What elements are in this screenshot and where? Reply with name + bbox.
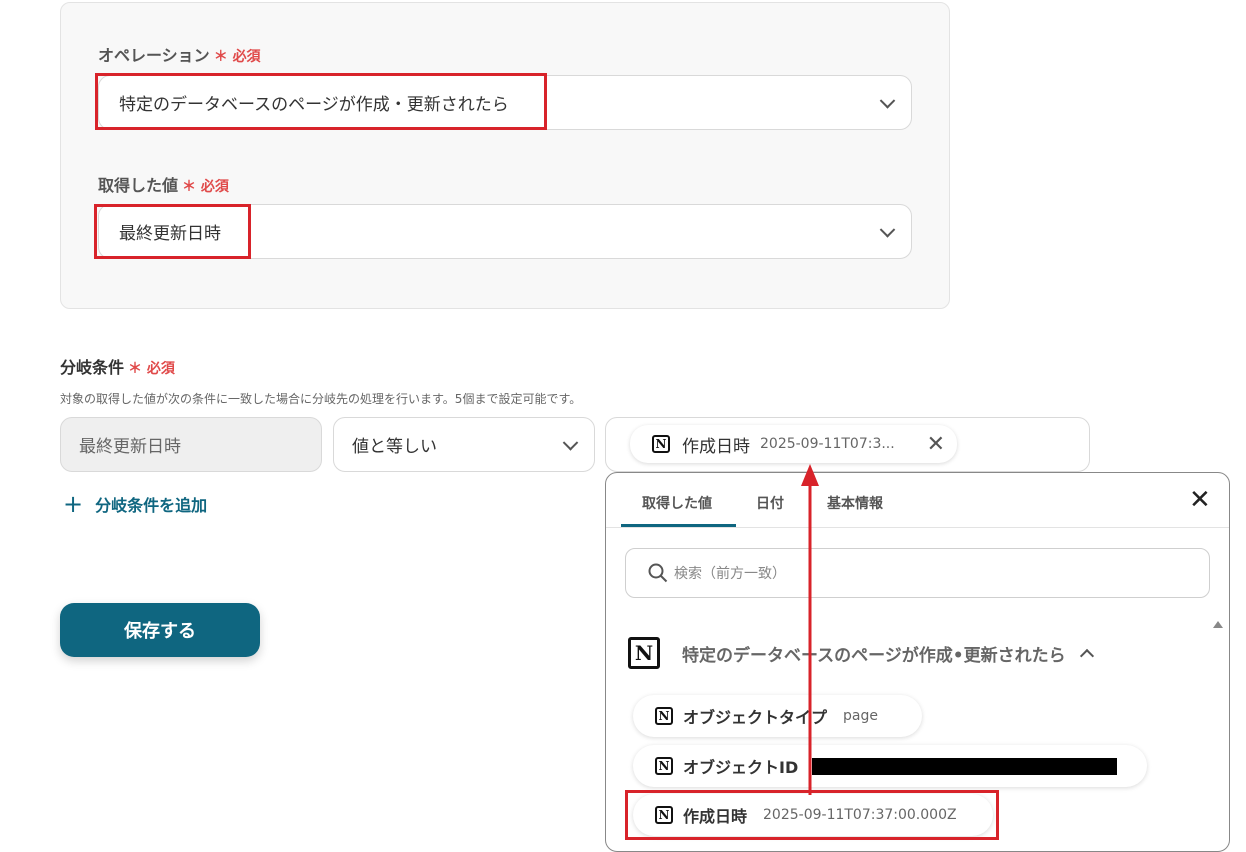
- tab-divider: [606, 527, 1229, 528]
- group-title: 特定のデータベースのページが作成•更新されたら: [682, 645, 1066, 666]
- branch-label: 分岐条件＊ 必須: [60, 354, 175, 378]
- arrow-icon: [801, 464, 819, 795]
- branch-description: 対象の取得した値が次の条件に一致した場合に分岐先の処理を行います。5個まで設定可…: [60, 392, 582, 406]
- tab-acquired[interactable]: 取得した値: [642, 493, 712, 513]
- condition-value-chip[interactable]: N 作成日時 2025-09-11T07:3... ✕: [630, 425, 957, 463]
- chevron-down-icon: [879, 92, 896, 109]
- item-value: page: [843, 708, 878, 724]
- operator-select[interactable]: 値と等しい: [333, 417, 595, 472]
- tab-basic-info[interactable]: 基本情報: [827, 493, 883, 513]
- plus-icon: +: [63, 490, 84, 518]
- acquired-label: 取得した値＊ 必須: [98, 172, 229, 196]
- search-placeholder: 検索（前方一致）: [674, 566, 786, 582]
- notion-icon: N: [652, 435, 670, 453]
- close-icon[interactable]: ✕: [1189, 485, 1211, 515]
- acquired-label-text: 取得した値: [98, 176, 179, 195]
- highlight-box: [94, 204, 251, 259]
- chevron-down-icon: [879, 221, 896, 238]
- list-item[interactable]: N オブジェクトタイプ page: [633, 695, 922, 737]
- search-icon: [648, 563, 668, 583]
- tab-date[interactable]: 日付: [756, 493, 784, 513]
- item-name: オブジェクトID: [683, 758, 799, 777]
- required-badge: ＊ 必須: [128, 361, 175, 377]
- branch-label-text: 分岐条件: [60, 358, 125, 377]
- scroll-up-arrow[interactable]: [1213, 621, 1223, 628]
- close-icon[interactable]: ✕: [927, 432, 945, 457]
- add-branch-button[interactable]: + 分岐条件を追加: [63, 490, 207, 518]
- notion-icon: N: [628, 637, 660, 669]
- branch-field-value: 最終更新日時: [60, 417, 322, 472]
- chip-name: 作成日時: [682, 436, 750, 457]
- chip-value: 2025-09-11T07:3...: [760, 436, 895, 452]
- redacted-value: [812, 757, 1118, 775]
- required-badge: ＊ 必須: [182, 179, 229, 195]
- required-badge: ＊ 必須: [213, 49, 261, 65]
- search-input[interactable]: 検索（前方一致）: [625, 548, 1210, 598]
- list-item[interactable]: N オブジェクトID: [633, 745, 1147, 787]
- highlight-box: [95, 73, 547, 130]
- active-tab-indicator: [621, 524, 736, 527]
- save-button[interactable]: 保存する: [60, 603, 260, 657]
- notion-icon: N: [655, 707, 673, 725]
- chevron-up-icon: [1079, 648, 1094, 664]
- group-header[interactable]: N 特定のデータベースのページが作成•更新されたら: [628, 637, 1094, 669]
- notion-icon: N: [655, 757, 673, 775]
- operation-label: オペレーション＊ 必須: [98, 42, 261, 66]
- chevron-down-icon: [562, 434, 579, 451]
- operation-label-text: オペレーション: [98, 46, 210, 65]
- operator-select-value: 値と等しい: [352, 437, 437, 457]
- add-branch-label: 分岐条件を追加: [95, 496, 208, 515]
- branch-field-text: 最終更新日時: [79, 437, 181, 457]
